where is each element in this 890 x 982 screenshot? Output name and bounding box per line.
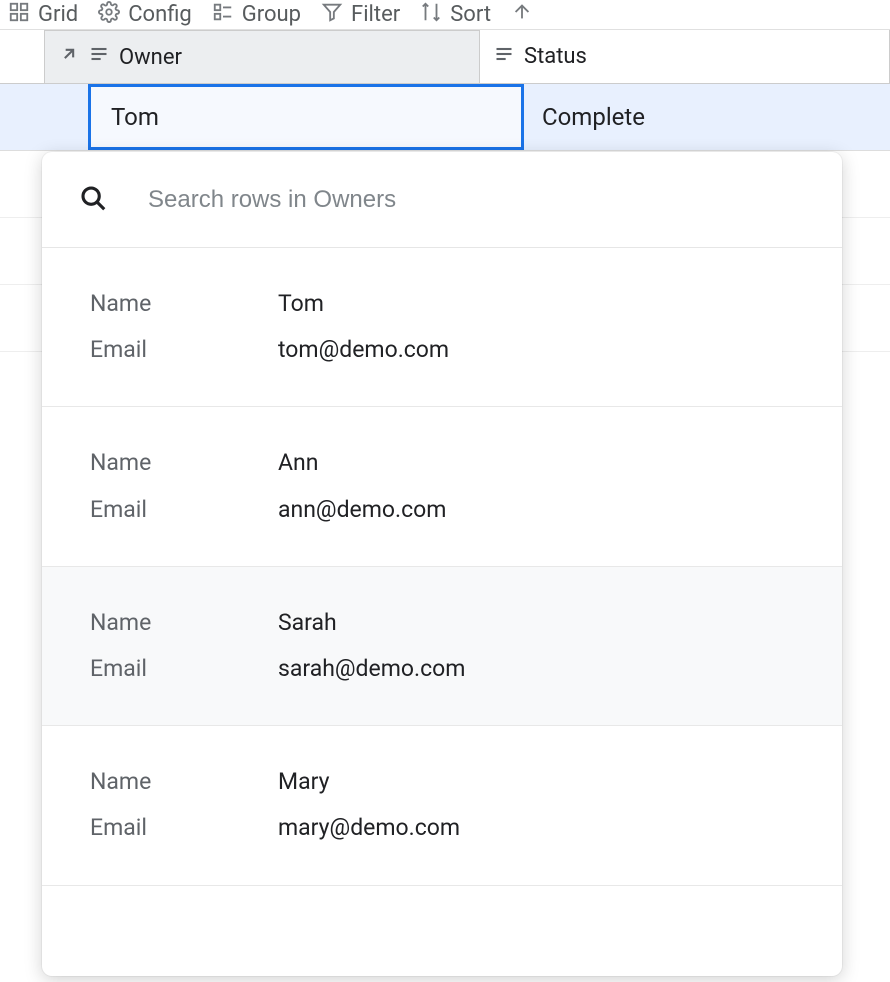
cell-value: Complete xyxy=(542,103,645,131)
result-field-label: Email xyxy=(90,812,278,844)
filter-icon xyxy=(321,1,343,29)
result-field-value: tom@demo.com xyxy=(278,334,449,366)
toolbar: Grid Config Group Filter Sort xyxy=(0,0,890,30)
table-header: Owner Status xyxy=(0,30,890,84)
notes-icon xyxy=(494,44,514,70)
toolbar-item-filter[interactable]: Filter xyxy=(321,1,400,29)
arrow-up-right-icon xyxy=(59,44,79,70)
lookup-dropdown: Name Tom Email tom@demo.com Name Ann Ema… xyxy=(42,152,842,976)
cell-owner[interactable]: Tom xyxy=(88,84,524,150)
lookup-result[interactable]: Name Ann Email ann@demo.com xyxy=(42,407,842,566)
upload-icon xyxy=(511,1,533,29)
toolbar-label: Grid xyxy=(38,2,78,27)
result-field-label: Email xyxy=(90,653,278,685)
column-header-status[interactable]: Status xyxy=(480,30,890,83)
notes-icon xyxy=(89,44,109,70)
result-field-label: Name xyxy=(90,447,278,479)
toolbar-label: Filter xyxy=(351,2,400,27)
result-field-value: sarah@demo.com xyxy=(278,653,465,685)
result-field-label: Name xyxy=(90,288,278,320)
toolbar-item-group[interactable]: Group xyxy=(212,1,301,29)
toolbar-label: Config xyxy=(128,2,192,27)
result-field-label: Name xyxy=(90,607,278,639)
result-field-label: Email xyxy=(90,494,278,526)
search-bar xyxy=(42,152,842,248)
cell-status[interactable]: Complete xyxy=(524,84,890,150)
gear-icon xyxy=(98,1,120,29)
result-field-value: Sarah xyxy=(278,607,337,639)
toolbar-item-upload[interactable] xyxy=(511,1,533,29)
toolbar-item-grid[interactable]: Grid xyxy=(8,1,78,29)
cell-value: Tom xyxy=(111,103,159,131)
table-row[interactable]: Tom Complete xyxy=(0,84,890,151)
toolbar-item-config[interactable]: Config xyxy=(98,1,192,29)
column-label: Owner xyxy=(119,45,182,70)
grid-icon xyxy=(8,1,30,29)
search-input[interactable] xyxy=(148,186,806,214)
search-icon xyxy=(78,183,108,217)
column-header-owner[interactable]: Owner xyxy=(44,30,480,83)
result-field-value: Tom xyxy=(278,288,324,320)
row-spacer xyxy=(0,84,44,150)
result-field-label: Name xyxy=(90,766,278,798)
lookup-result[interactable]: Name Tom Email tom@demo.com xyxy=(42,248,842,407)
result-field-label: Email xyxy=(90,334,278,366)
toolbar-item-sort[interactable]: Sort xyxy=(420,1,491,29)
column-label: Status xyxy=(524,44,587,69)
result-field-value: mary@demo.com xyxy=(278,812,460,844)
toolbar-label: Group xyxy=(242,2,301,27)
dropdown-footer xyxy=(42,886,842,976)
lookup-result[interactable]: Name Sarah Email sarah@demo.com xyxy=(42,567,842,726)
result-field-value: Ann xyxy=(278,447,318,479)
result-field-value: ann@demo.com xyxy=(278,494,446,526)
group-icon xyxy=(212,1,234,29)
result-field-value: Mary xyxy=(278,766,329,798)
lookup-result[interactable]: Name Mary Email mary@demo.com xyxy=(42,726,842,885)
toolbar-label: Sort xyxy=(450,2,491,27)
sort-icon xyxy=(420,1,442,29)
